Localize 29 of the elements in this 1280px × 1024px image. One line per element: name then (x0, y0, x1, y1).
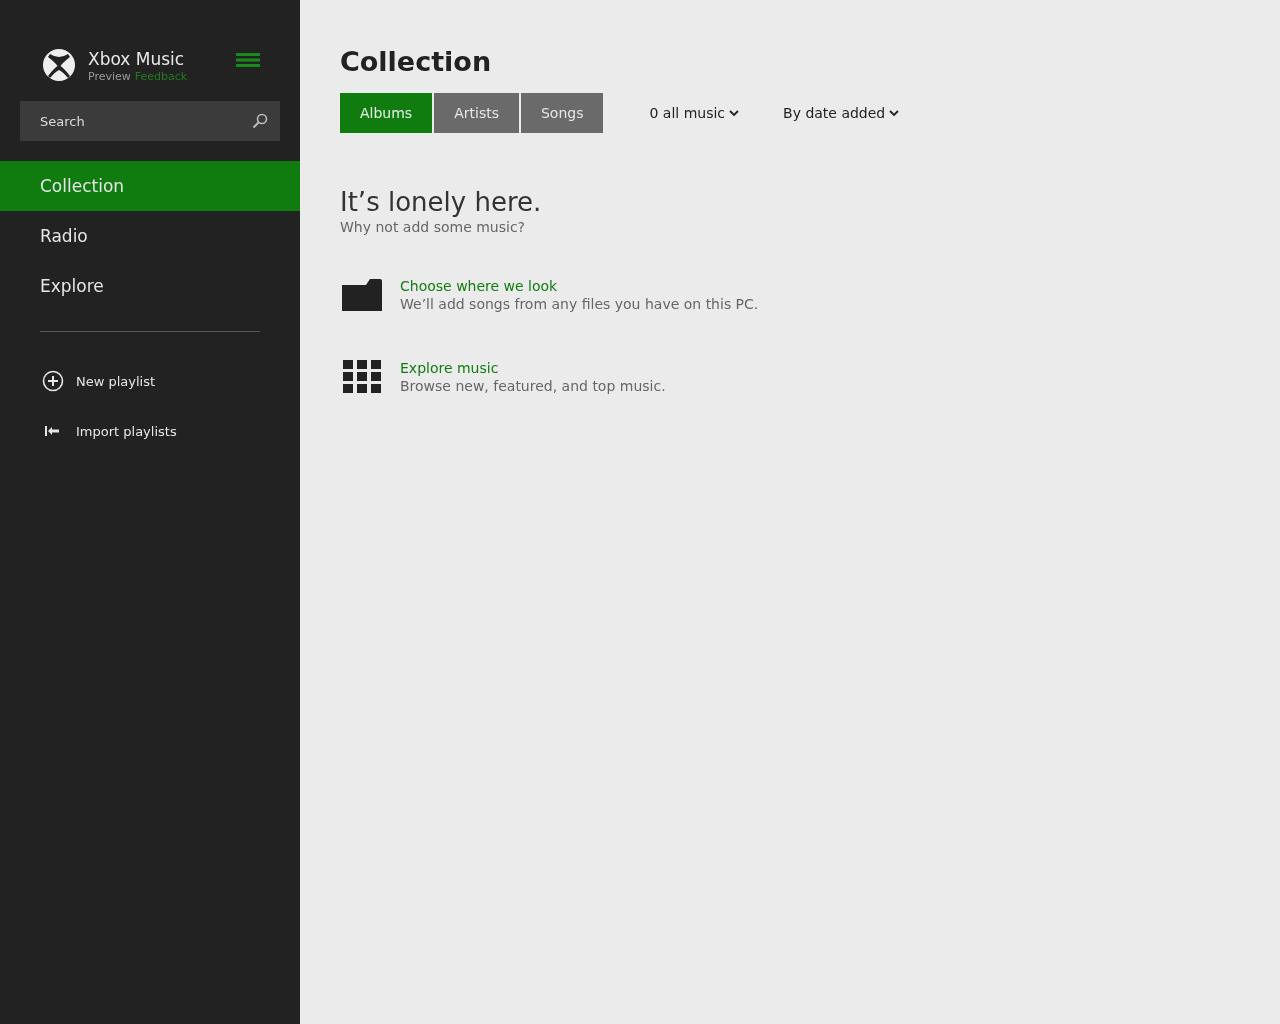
suggestion-link[interactable]: Choose where we look (400, 278, 759, 294)
logo-icon (42, 48, 76, 82)
view-tab[interactable]: Songs (520, 93, 604, 133)
folder-icon (340, 277, 384, 313)
suggestion-description: We’ll add songs from any files you have on this PC. (400, 296, 759, 312)
nav-item[interactable]: Radio (0, 211, 300, 261)
view-tab[interactable]: Albums (340, 93, 433, 133)
plus-circle-icon (42, 370, 64, 392)
feedback-link[interactable]: Feedback (134, 70, 188, 83)
chevron-down-icon (889, 109, 900, 117)
suggestion-link[interactable]: Explore music (400, 360, 666, 376)
page-title: Collection (340, 46, 493, 77)
view-tab[interactable]: Artists (434, 93, 519, 133)
preview-label: Preview (88, 70, 131, 83)
search-field[interactable]: Search (20, 101, 280, 141)
nav-item[interactable]: Explore (0, 261, 300, 311)
suggestion-description: Browse new, featured, and top music. (400, 378, 666, 394)
empty-text: Why not add some music? (340, 219, 526, 235)
search-icon[interactable] (252, 113, 268, 129)
filter-dropdown[interactable]: 0 all music (649, 105, 740, 121)
chevron-down-icon (729, 109, 740, 117)
empty-heading: It’s lonely here. (340, 187, 543, 217)
sidebar-action[interactable]: Import playlists (76, 423, 177, 439)
nav-item[interactable]: Collection (0, 161, 300, 211)
grid-icon (340, 359, 384, 395)
sidebar-action[interactable]: New playlist (76, 373, 156, 389)
filter-dropdown[interactable]: By date added (783, 105, 900, 121)
menu-icon[interactable] (236, 52, 260, 68)
app-title: Xbox Music (88, 48, 186, 70)
